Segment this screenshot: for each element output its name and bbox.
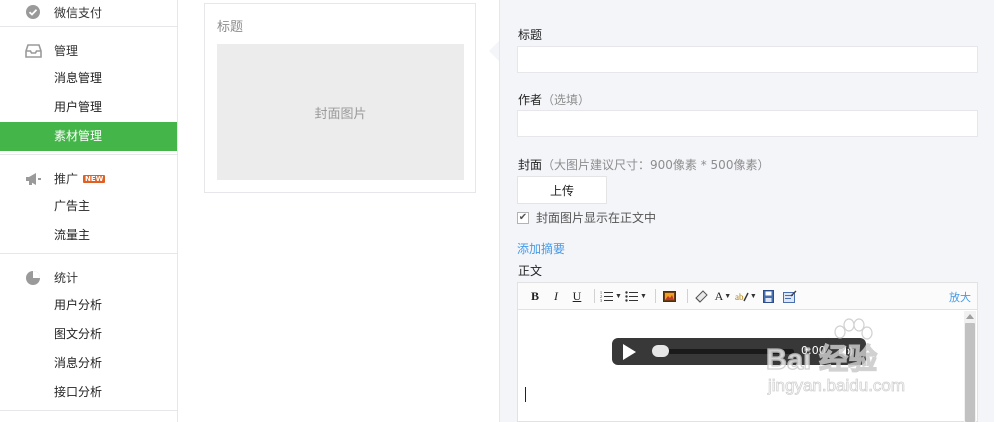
chevron-down-icon: ▼: [639, 292, 647, 300]
chevron-down-icon: ▼: [749, 292, 757, 300]
editor-toolbar: B I U 1 2 3 ▼ ▼ A ▼ ab ▼ 放大: [518, 283, 977, 310]
watermark-text: Bai 经验: [765, 343, 878, 376]
panel-pointer-arrow: [489, 41, 499, 61]
toolbar-divider: [654, 289, 656, 303]
sidebar-group-manage: 管理 消息管理 用户管理 素材管理: [0, 27, 177, 155]
save-button[interactable]: [760, 287, 778, 305]
baidu-jingyan-watermark: Bai 经验 jingyan.baidu.com: [765, 318, 996, 408]
toolbar-divider: [686, 289, 688, 303]
author-hint: （选填）: [542, 93, 591, 107]
title-label: 标题: [518, 28, 543, 42]
floppy-disk-icon: [763, 289, 775, 303]
inbox-icon: [24, 42, 42, 60]
show-cover-label: 封面图片显示在正文中: [536, 211, 657, 225]
sidebar-heading-label: 管理: [54, 44, 79, 58]
new-badge: NEW: [83, 174, 106, 183]
sidebar-item-label: 微信支付: [54, 5, 103, 20]
author-label: 作者（选填）: [518, 91, 590, 108]
ordered-list-button[interactable]: 1 2 3 ▼: [600, 287, 622, 305]
cover-label: 封面（大图片建议尺寸：900像素 * 500像素）: [518, 156, 769, 173]
cover-label-text: 封面: [518, 158, 543, 172]
wechat-pay-icon: [24, 3, 42, 21]
sidebar-item-users[interactable]: 用户管理: [0, 93, 177, 122]
watermark-url: jingyan.baidu.com: [768, 376, 906, 396]
sidebar-item-message-analysis[interactable]: 消息分析: [0, 349, 177, 378]
sidebar-heading-label: 统计: [54, 271, 79, 285]
sidebar-item-article-analysis[interactable]: 图文分析: [0, 320, 177, 349]
megaphone-icon: [24, 170, 42, 188]
sidebar-item-user-analysis[interactable]: 用户分析: [0, 291, 177, 320]
sidebar-item-wechat-pay[interactable]: 微信支付: [0, 0, 177, 27]
toolbar-divider: [594, 289, 595, 303]
cover-placeholder-text: 封面图片: [314, 106, 367, 122]
expand-editor-link[interactable]: 放大: [949, 289, 971, 305]
play-icon[interactable]: [623, 344, 636, 360]
sidebar-item-messages[interactable]: 消息管理: [0, 64, 177, 93]
upload-button[interactable]: 上传: [517, 176, 607, 204]
bold-button[interactable]: B: [526, 287, 544, 305]
page-root: 微信支付 管理 消息管理 用户管理 素材管理 推广 NEW 广告主 流量主 统计…: [0, 0, 1000, 422]
edit-form-icon: [782, 290, 797, 303]
unordered-list-button[interactable]: ▼: [625, 287, 647, 305]
sidebar-item-materials[interactable]: 素材管理: [0, 122, 177, 151]
sidebar-heading-promote: 推广 NEW: [0, 165, 177, 192]
insert-image-button[interactable]: [661, 287, 679, 305]
title-input[interactable]: [517, 46, 978, 73]
font-color-icon: A: [714, 288, 724, 303]
image-icon: [663, 290, 677, 302]
body-label: 正文: [518, 264, 543, 278]
svg-text:3: 3: [600, 298, 602, 302]
sidebar-group-promote: 推广 NEW 广告主 流量主: [0, 155, 177, 254]
sidebar-group-stats: 统计 用户分析 图文分析 消息分析 接口分析: [0, 254, 177, 411]
add-summary-link[interactable]: 添加摘要: [517, 240, 565, 257]
article-preview-card[interactable]: 标题 封面图片: [204, 3, 476, 193]
chevron-down-icon: ▼: [615, 292, 622, 300]
sidebar-item-api-analysis[interactable]: 接口分析: [0, 378, 177, 407]
italic-button[interactable]: I: [547, 287, 565, 305]
ordered-list-icon: 123: [600, 290, 613, 302]
sidebar-group-payment: 微信支付: [0, 0, 177, 27]
sidebar-heading-stats: 统计: [0, 264, 177, 291]
highlight-button[interactable]: ab ▼: [735, 287, 757, 305]
eraser-icon: [695, 289, 709, 303]
show-cover-in-body-option[interactable]: ✔ 封面图片显示在正文中: [517, 209, 656, 226]
pie-chart-icon: [24, 269, 42, 287]
chevron-down-icon: ▼: [724, 292, 732, 300]
clear-format-button[interactable]: [693, 287, 711, 305]
font-color-button[interactable]: A ▼: [714, 287, 732, 305]
underline-button[interactable]: U: [568, 287, 586, 305]
audio-progress-knob[interactable]: [652, 345, 669, 357]
bullet-list-icon: [625, 291, 638, 302]
author-input[interactable]: [517, 110, 978, 137]
svg-text:ab: ab: [735, 292, 744, 302]
author-label-text: 作者: [518, 93, 543, 107]
sidebar-item-traffic-owner[interactable]: 流量主: [0, 221, 177, 250]
sidebar: 微信支付 管理 消息管理 用户管理 素材管理 推广 NEW 广告主 流量主 统计…: [0, 0, 178, 422]
text-cursor: [525, 387, 526, 402]
show-cover-checkbox[interactable]: ✔: [517, 211, 529, 224]
sidebar-heading-label: 推广: [54, 172, 79, 186]
cover-size-hint: （大图片建议尺寸：900像素 * 500像素）: [542, 158, 770, 172]
preview-cover-image: 封面图片: [217, 44, 464, 180]
sidebar-heading-manage: 管理: [0, 37, 177, 64]
preview-title: 标题: [217, 20, 244, 35]
highlighter-icon: ab: [735, 292, 749, 302]
insert-form-button[interactable]: [781, 287, 799, 305]
sidebar-item-advertiser[interactable]: 广告主: [0, 192, 177, 221]
